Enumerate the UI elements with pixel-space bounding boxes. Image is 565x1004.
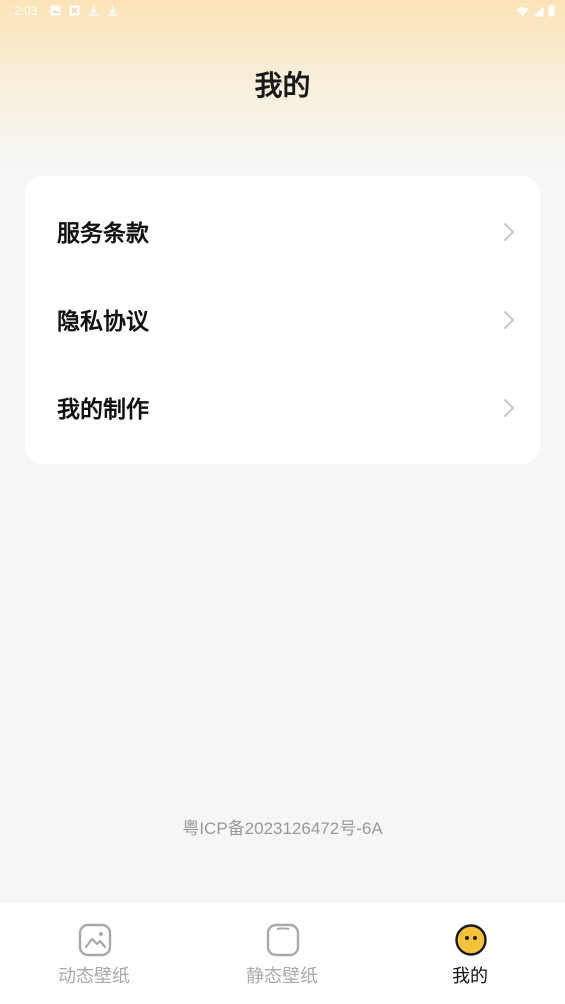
chevron-right-icon xyxy=(504,223,514,241)
tab-mine[interactable]: 我的 xyxy=(376,903,564,1004)
menu-item-my-creations[interactable]: 我的制作 xyxy=(25,364,540,452)
signal-icon xyxy=(533,6,544,16)
face-icon xyxy=(455,924,487,956)
status-bar: 2:03 xyxy=(0,0,565,24)
menu-item-label: 隐私协议 xyxy=(57,309,149,335)
tab-dynamic-wallpaper[interactable]: 动态壁纸 xyxy=(0,903,188,1004)
square-icon xyxy=(266,923,300,957)
tab-static-wallpaper[interactable]: 静态壁纸 xyxy=(188,903,376,1004)
system-icons xyxy=(516,5,555,17)
bottom-nav: 动态壁纸 静态壁纸 我的 xyxy=(0,903,565,1004)
app-notification-icon xyxy=(69,5,80,16)
status-time: 2:03 xyxy=(14,4,38,18)
page-title: 我的 xyxy=(254,69,311,102)
menu-item-label: 我的制作 xyxy=(57,397,149,423)
tab-label: 动态壁纸 xyxy=(58,966,130,987)
download-icon xyxy=(89,5,98,16)
gallery-notification-icon xyxy=(50,5,61,16)
notification-icons xyxy=(50,5,118,16)
menu-item-label: 服务条款 xyxy=(57,221,149,247)
wifi-icon xyxy=(516,6,529,16)
battery-icon xyxy=(548,5,555,17)
tab-label: 我的 xyxy=(452,966,488,987)
menu-card: 服务条款 隐私协议 我的制作 xyxy=(25,176,540,464)
image-icon xyxy=(78,923,112,957)
menu-item-privacy-policy[interactable]: 隐私协议 xyxy=(25,276,540,364)
chevron-right-icon xyxy=(504,399,514,417)
menu-item-terms-of-service[interactable]: 服务条款 xyxy=(25,188,540,276)
tab-label: 静态壁纸 xyxy=(246,966,318,987)
icp-license-text[interactable]: 粤ICP备2023126472号-6A xyxy=(0,814,565,839)
download-icon xyxy=(108,5,117,16)
chevron-right-icon xyxy=(504,311,514,329)
